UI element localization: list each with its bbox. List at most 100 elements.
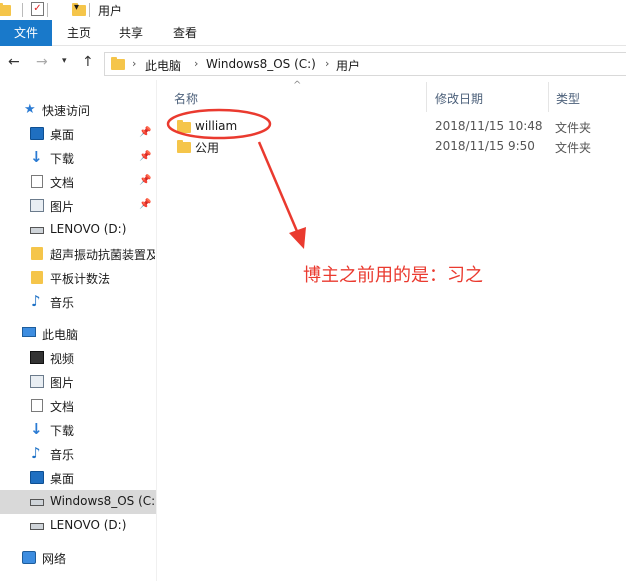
list-item[interactable]: william 2018/11/15 10:48 文件夹 xyxy=(160,116,626,138)
customize-toolbar-icon[interactable]: ▾ xyxy=(74,2,79,13)
divider xyxy=(22,3,23,17)
sidebar-item-label: 网络 xyxy=(42,552,67,566)
properties-icon[interactable]: ✓ xyxy=(31,2,44,16)
item-modified: 2018/11/15 9:50 xyxy=(435,139,535,153)
sidebar-item-label: 视频 xyxy=(50,352,75,366)
sidebar-item-downloads[interactable]: ↓ 下载 xyxy=(0,418,157,442)
pin-icon: 📌 xyxy=(139,127,152,138)
tab-share[interactable]: 共享 xyxy=(108,20,154,46)
ribbon-tabs: 文件 主页 共享 查看 xyxy=(0,20,626,46)
folder-icon xyxy=(111,57,125,70)
download-icon: ↓ xyxy=(30,148,43,166)
star-icon: ★ xyxy=(24,102,36,117)
sidebar-item-downloads[interactable]: ↓ 下载 📌 xyxy=(0,146,157,170)
music-icon: ♪ xyxy=(31,444,41,462)
sidebar-item-label: 图片 xyxy=(50,200,75,214)
document-icon xyxy=(31,399,43,412)
sidebar-item-label: 下载 xyxy=(50,152,75,166)
desktop-icon xyxy=(30,127,44,140)
sidebar-item-label: 音乐 xyxy=(50,296,75,310)
column-divider[interactable] xyxy=(548,82,549,112)
tab-home[interactable]: 主页 xyxy=(56,20,102,46)
sidebar-item-folder[interactable]: 超声振动抗菌装置及 xyxy=(0,242,157,266)
sort-ascending-icon: ^ xyxy=(293,80,302,91)
chevron-right-icon[interactable]: › xyxy=(132,57,136,70)
column-header-name[interactable]: 名称 xyxy=(174,90,198,107)
sidebar-item-label: 快速访问 xyxy=(42,104,91,118)
item-modified: 2018/11/15 10:48 xyxy=(435,119,543,133)
tab-view[interactable]: 查看 xyxy=(162,20,208,46)
folder-icon xyxy=(31,271,43,284)
sidebar-item-label: 此电脑 xyxy=(42,328,79,342)
music-icon: ♪ xyxy=(31,292,41,310)
video-icon xyxy=(30,351,44,364)
sidebar-item-desktop[interactable]: 桌面 xyxy=(0,466,157,490)
sidebar-item-label: 文档 xyxy=(50,176,75,190)
chevron-right-icon[interactable]: › xyxy=(325,57,329,70)
sidebar-item-label: Windows8_OS (C:) xyxy=(50,494,155,508)
sidebar-item-label: 桌面 xyxy=(50,128,75,142)
document-icon xyxy=(31,175,43,188)
pin-icon: 📌 xyxy=(139,175,152,186)
drive-icon xyxy=(30,523,44,530)
column-divider[interactable] xyxy=(426,82,427,112)
breadcrumb-users[interactable]: 用户 xyxy=(336,57,360,74)
sidebar-item-label: LENOVO (D:) xyxy=(50,518,127,532)
divider xyxy=(89,3,90,17)
download-icon: ↓ xyxy=(30,420,43,438)
sidebar-item-documents[interactable]: 文档 📌 xyxy=(0,170,157,194)
sidebar-item-desktop[interactable]: 桌面 📌 xyxy=(0,122,157,146)
sidebar-item-label: LENOVO (D:) xyxy=(50,222,127,236)
folder-icon xyxy=(31,247,43,260)
sidebar-item-label: 桌面 xyxy=(50,472,75,486)
column-header-modified[interactable]: 修改日期 xyxy=(435,90,483,107)
breadcrumb-drive-c[interactable]: Windows8_OS (C:) xyxy=(206,57,316,71)
title-bar: ✓ ▾ 用户 xyxy=(0,0,626,20)
item-type: 文件夹 xyxy=(555,141,592,155)
up-arrow-icon[interactable]: ↑ xyxy=(82,54,94,70)
sidebar-item-label: 文档 xyxy=(50,400,75,414)
sidebar-item-label: 图片 xyxy=(50,376,75,390)
sidebar-item-lenovo-d[interactable]: LENOVO (D:) xyxy=(0,218,157,242)
navigation-bar: ← → ▾ ↑ › 此电脑 › Windows8_OS (C:) › 用户 xyxy=(0,48,626,80)
sidebar-item-folder[interactable]: 平板计数法 xyxy=(0,266,157,290)
sidebar-item-pictures[interactable]: 图片 📌 xyxy=(0,194,157,218)
chevron-right-icon[interactable]: › xyxy=(194,57,198,70)
sidebar-item-label: 音乐 xyxy=(50,448,75,462)
forward-arrow-icon[interactable]: → xyxy=(36,54,48,70)
sidebar-item-label: 平板计数法 xyxy=(50,272,111,286)
sidebar-item-quick-access[interactable]: ★ 快速访问 xyxy=(0,98,157,122)
breadcrumb-this-pc[interactable]: 此电脑 xyxy=(145,57,181,74)
folder-icon xyxy=(0,3,11,16)
pane-divider[interactable] xyxy=(156,80,157,581)
picture-icon xyxy=(30,375,44,388)
list-item[interactable]: 公用 2018/11/15 9:50 文件夹 xyxy=(160,136,626,158)
drive-icon xyxy=(30,227,44,234)
address-bar[interactable]: › 此电脑 › Windows8_OS (C:) › 用户 xyxy=(104,52,626,76)
sidebar-item-this-pc[interactable]: 此电脑 xyxy=(0,322,157,346)
sidebar-item-pictures[interactable]: 图片 xyxy=(0,370,157,394)
window-title: 用户 xyxy=(98,4,123,18)
divider xyxy=(47,3,48,17)
sidebar-item-documents[interactable]: 文档 xyxy=(0,394,157,418)
navigation-pane: ★ 快速访问 桌面 📌 ↓ 下载 📌 文档 📌 图片 📌 LENOVO (D:)… xyxy=(0,96,157,581)
column-header-type[interactable]: 类型 xyxy=(556,90,580,107)
sidebar-item-network[interactable]: 网络 xyxy=(0,546,157,570)
sidebar-item-drive-c[interactable]: Windows8_OS (C:) xyxy=(0,490,157,514)
recent-locations-icon[interactable]: ▾ xyxy=(62,56,67,66)
folder-icon xyxy=(177,120,191,133)
sidebar-item-lenovo-d[interactable]: LENOVO (D:) xyxy=(0,514,157,538)
computer-icon xyxy=(22,327,36,337)
sidebar-item-label: 超声振动抗菌装置及 xyxy=(50,248,155,262)
item-name: william xyxy=(195,119,238,133)
back-arrow-icon[interactable]: ← xyxy=(8,54,20,70)
desktop-icon xyxy=(30,471,44,484)
sidebar-item-videos[interactable]: 视频 xyxy=(0,346,157,370)
tab-file[interactable]: 文件 xyxy=(0,20,52,46)
item-type: 文件夹 xyxy=(555,121,592,135)
sidebar-item-label: 下载 xyxy=(50,424,75,438)
network-icon xyxy=(22,551,36,564)
annotation-text: 博主之前用的是：习之 xyxy=(303,265,483,286)
sidebar-item-music[interactable]: ♪ 音乐 xyxy=(0,442,157,466)
sidebar-item-music[interactable]: ♪ 音乐 xyxy=(0,290,157,314)
